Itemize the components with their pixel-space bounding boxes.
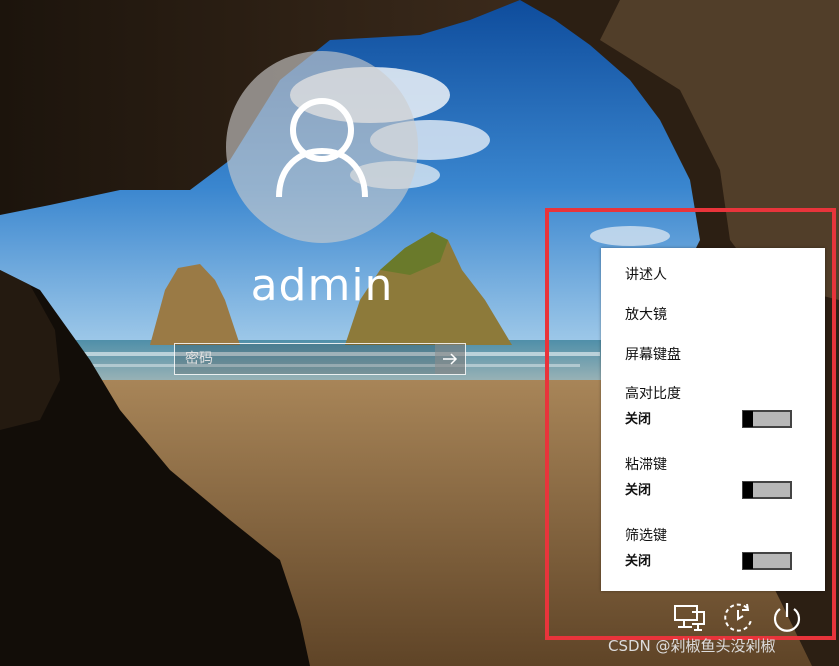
password-field-container — [174, 343, 466, 375]
menu-item-onscreen-keyboard[interactable]: 屏幕键盘 — [625, 346, 681, 364]
toggle-knob — [743, 553, 753, 569]
network-icon — [674, 605, 705, 631]
ease-of-access-icon — [724, 603, 752, 632]
toggle-knob — [743, 482, 753, 498]
network-button[interactable] — [672, 600, 706, 634]
toggle-switch-filter-keys[interactable] — [742, 552, 792, 570]
ease-of-access-button[interactable] — [721, 600, 755, 634]
toggle-state-filter-keys: 关闭 — [625, 554, 652, 569]
menu-item-narrator[interactable]: 讲述人 — [625, 266, 667, 284]
toggle-group-high-contrast: 高对比度 关闭 — [601, 385, 825, 445]
password-input[interactable] — [175, 344, 435, 374]
ease-of-access-menu: 讲述人 放大镜 屏幕键盘 高对比度 关闭 粘滞键 关闭 筛选键 关闭 — [601, 248, 825, 591]
toggle-knob — [743, 411, 753, 427]
username-label: admin — [250, 260, 394, 311]
submit-button[interactable] — [435, 344, 465, 374]
user-icon — [276, 98, 368, 198]
toggle-switch-sticky-keys[interactable] — [742, 481, 792, 499]
toggle-state-high-contrast: 关闭 — [625, 412, 652, 427]
watermark-text: CSDN @剁椒鱼头没剁椒 — [608, 637, 776, 655]
toggle-group-sticky-keys: 粘滞键 关闭 — [601, 456, 825, 516]
arrow-right-icon — [443, 353, 458, 365]
toggle-state-sticky-keys: 关闭 — [625, 483, 652, 498]
toggle-group-filter-keys: 筛选键 关闭 — [601, 527, 825, 587]
toggle-label-filter-keys: 筛选键 — [625, 528, 667, 544]
menu-item-magnifier[interactable]: 放大镜 — [625, 306, 667, 324]
toggle-label-sticky-keys: 粘滞键 — [625, 457, 667, 473]
power-icon — [773, 603, 801, 632]
power-button[interactable] — [770, 600, 804, 634]
toggle-label-high-contrast: 高对比度 — [625, 386, 681, 402]
toggle-switch-high-contrast[interactable] — [742, 410, 792, 428]
user-avatar — [226, 51, 418, 243]
